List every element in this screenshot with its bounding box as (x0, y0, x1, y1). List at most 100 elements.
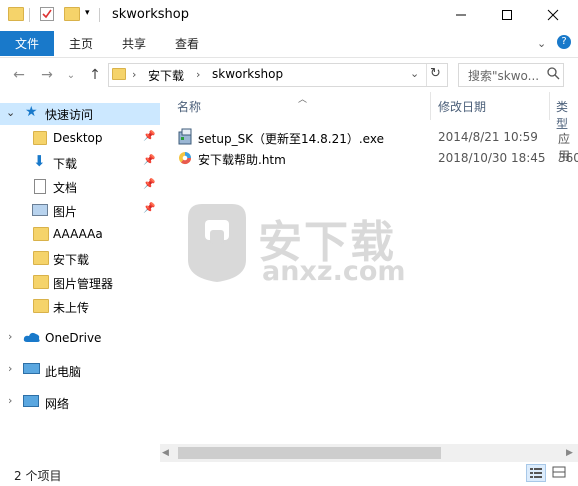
sidebar-item-pictures[interactable]: 图片 📌 (0, 199, 160, 221)
tab-view[interactable]: 查看 (175, 31, 199, 56)
file-name: setup_SK（更新至14.8.21）.exe (198, 132, 384, 146)
sidebar-item-onedrive[interactable]: › OneDrive (0, 327, 160, 349)
sidebar-item-anxiazai[interactable]: 安下载 (0, 247, 160, 269)
sidebar-item-label: 网络 (45, 397, 70, 411)
sidebar-item-label: 安下载 (53, 253, 90, 267)
sidebar-item-label: 未上传 (53, 301, 90, 315)
picture-icon (32, 204, 48, 216)
scroll-right-icon[interactable]: ▶ (566, 448, 573, 458)
pin-icon: 📌 (143, 131, 156, 142)
folder-icon (33, 251, 49, 265)
html-browser-icon (178, 151, 192, 168)
chevron-right-icon[interactable]: › (196, 68, 200, 81)
file-modified: 2014/8/21 10:59 (438, 130, 538, 144)
tab-share[interactable]: 共享 (122, 31, 146, 56)
minimize-icon (456, 14, 466, 16)
folder-icon (112, 68, 126, 80)
back-button[interactable]: ← (8, 64, 30, 86)
chevron-right-icon[interactable]: › (8, 394, 12, 407)
tab-home[interactable]: 主页 (69, 31, 93, 56)
customize-toolbar-icon[interactable]: ▾ (85, 8, 90, 18)
column-header-name[interactable]: 名称 (177, 98, 201, 115)
network-icon (23, 395, 39, 407)
sidebar-item-label: 此电脑 (45, 365, 82, 379)
sidebar-item-desktop[interactable]: Desktop 📌 (0, 127, 160, 149)
sort-ascending-icon: ︿ (298, 95, 308, 105)
file-modified: 2018/10/30 18:45 (438, 151, 546, 165)
sidebar-item-documents[interactable]: 文档 📌 (0, 175, 160, 197)
help-icon[interactable]: ? (557, 35, 571, 49)
computer-icon (23, 363, 40, 374)
status-item-count: 2 个项目 (14, 469, 62, 483)
pin-icon: 📌 (143, 155, 156, 166)
folder-icon (33, 299, 49, 313)
chevron-right-icon[interactable]: › (8, 330, 12, 343)
download-arrow-icon: ⬇ (33, 152, 46, 170)
maximize-button[interactable] (484, 0, 530, 30)
sidebar-item-not-uploaded[interactable]: 未上传 (0, 295, 160, 317)
installer-icon (178, 128, 194, 148)
details-view-icon (530, 468, 542, 478)
chevron-right-icon[interactable]: › (132, 68, 136, 81)
scroll-left-icon[interactable]: ◀ (162, 448, 169, 458)
divider (29, 8, 30, 22)
tab-file[interactable]: 文件 (0, 31, 54, 56)
refresh-icon[interactable]: ↻ (430, 66, 441, 81)
table-row[interactable]: 安下载帮助.htm 2018/10/30 18:45 360 (176, 149, 578, 169)
search-placeholder: 搜索"skwo... (468, 69, 540, 83)
large-icons-view-button[interactable] (550, 464, 570, 482)
sidebar-item-label: Desktop (53, 131, 103, 145)
scrollbar-thumb[interactable] (178, 447, 441, 459)
close-button[interactable] (530, 0, 576, 30)
chevron-down-icon[interactable]: ⌄ (6, 106, 15, 119)
forward-button[interactable]: → (36, 64, 58, 86)
window-title: skworkshop (112, 7, 189, 22)
sidebar-item-label: 快速访问 (45, 108, 94, 122)
details-view-button[interactable] (526, 464, 546, 482)
search-icon[interactable] (546, 66, 560, 83)
maximize-icon (502, 10, 512, 20)
divider (99, 8, 100, 22)
breadcrumb-item[interactable]: 安下载 (148, 67, 184, 84)
sidebar-item-label: 图片 (53, 205, 78, 219)
column-divider[interactable] (430, 92, 431, 120)
star-icon: ★ (25, 104, 38, 120)
folder-icon (33, 227, 49, 241)
sidebar-item-label: AAAAAa (53, 227, 103, 241)
file-type: 360 (558, 151, 578, 165)
sidebar-item-quick-access[interactable]: ⌄ ★ 快速访问 (0, 103, 160, 125)
folder-icon (33, 131, 47, 145)
minimize-button[interactable] (438, 0, 484, 30)
large-icons-view-icon (552, 466, 566, 478)
document-icon (34, 179, 46, 194)
sidebar-item-label: 下载 (53, 157, 78, 171)
chevron-right-icon[interactable]: › (8, 362, 12, 375)
properties-icon[interactable] (40, 7, 54, 21)
column-header-type[interactable]: 类型 (556, 98, 578, 132)
column-header-modified[interactable]: 修改日期 (438, 98, 486, 115)
sidebar-item-label: 图片管理器 (53, 277, 114, 291)
up-button[interactable]: ↑ (84, 64, 106, 86)
sidebar-item-downloads[interactable]: ⬇ 下载 📌 (0, 151, 160, 173)
folder-icon (33, 275, 49, 289)
table-row[interactable]: setup_SK（更新至14.8.21）.exe 2014/8/21 10:59… (176, 128, 578, 163)
sidebar-item-label: OneDrive (45, 331, 102, 345)
divider (426, 64, 427, 86)
sidebar-item-label: 文档 (53, 181, 78, 195)
file-name: 安下载帮助.htm (198, 153, 286, 167)
column-divider[interactable] (549, 92, 550, 120)
sidebar-item-picture-manager[interactable]: 图片管理器 (0, 271, 160, 293)
folder-icon (8, 7, 24, 21)
new-folder-icon[interactable] (64, 7, 80, 21)
recent-locations-icon[interactable]: ⌄ (60, 64, 82, 86)
pin-icon: 📌 (143, 179, 156, 190)
cloud-icon (23, 331, 41, 346)
address-dropdown-icon[interactable]: ⌄ (410, 67, 419, 80)
breadcrumb-item[interactable]: skworkshop (212, 67, 283, 81)
sidebar-item-this-pc[interactable]: › 此电脑 (0, 359, 160, 381)
watermark-domain: anxz.com (262, 256, 406, 287)
sidebar-item-aaaaaa[interactable]: AAAAAa (0, 223, 160, 245)
sidebar-item-network[interactable]: › 网络 (0, 391, 160, 413)
expand-ribbon-icon[interactable]: ⌄ (537, 37, 546, 50)
pin-icon: 📌 (143, 203, 156, 214)
